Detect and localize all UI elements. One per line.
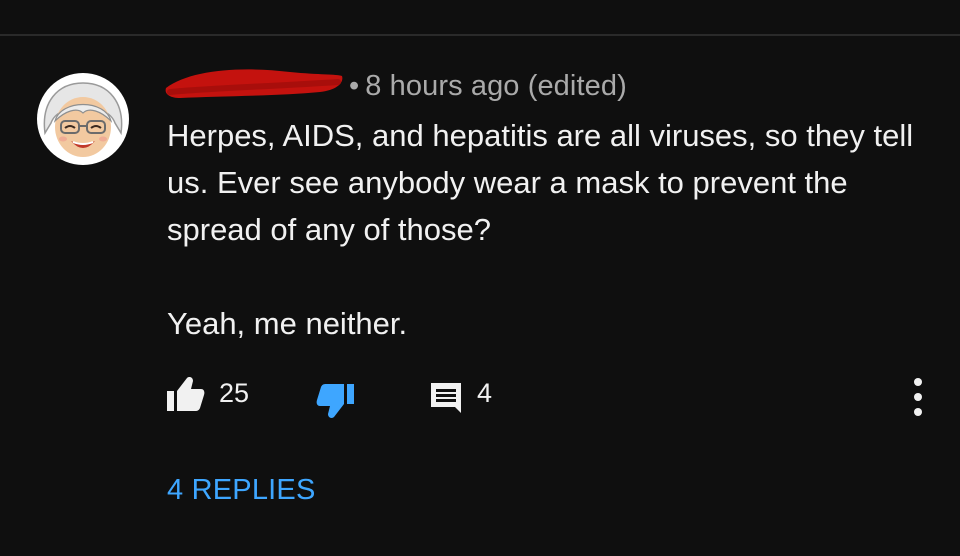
more-vertical-icon[interactable] <box>903 375 933 419</box>
view-replies-button[interactable]: 4 REPLIES <box>167 474 316 507</box>
author-name-redaction <box>165 69 343 98</box>
like-count: 25 <box>219 378 250 408</box>
comment-icon[interactable] <box>429 381 463 415</box>
comment-body: Herpes, AIDS, and hepatitis are all viru… <box>167 112 937 347</box>
meta-separator: • <box>349 70 360 102</box>
comment-timestamp[interactable]: 8 hours ago (edited) <box>365 70 627 102</box>
comment-meta: • 8 hours ago (edited) <box>349 70 627 103</box>
reply-count: 4 <box>477 378 493 408</box>
thumbs-up-icon[interactable] <box>165 375 205 413</box>
thumbs-down-icon[interactable] <box>316 382 356 420</box>
comment-paragraph: Yeah, me neither. <box>167 306 408 341</box>
comment-action-bar: 25 4 <box>0 372 960 422</box>
avatar[interactable] <box>37 73 129 165</box>
top-divider <box>0 34 960 36</box>
comment-paragraph: Herpes, AIDS, and hepatitis are all viru… <box>167 118 914 247</box>
